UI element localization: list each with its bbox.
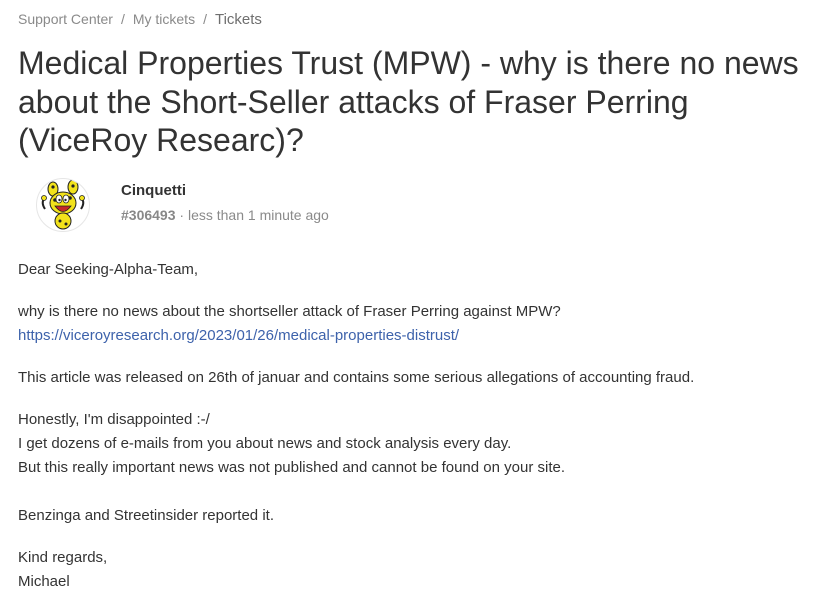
avatar-drawing (41, 179, 85, 230)
breadcrumb: Support Center / My tickets / Tickets (18, 11, 262, 28)
author-name[interactable]: Cinquetti (121, 182, 186, 199)
body-line: Benzinga and Streetinsider reported it. (18, 507, 274, 524)
ticket-timestamp: less than 1 minute ago (187, 207, 329, 223)
breadcrumb-separator: / (120, 11, 125, 27)
body-line: But this really important news was not p… (18, 459, 565, 476)
body-question: why is there no news about the shortsell… (18, 303, 561, 320)
body-line: I get dozens of e-mails from you about n… (18, 435, 512, 452)
body-article-note: This article was released on 26th of jan… (18, 369, 695, 386)
ticket-title: Medical Properties Trust (MPW) - why is … (18, 45, 799, 158)
body-closing: Kind regards, (18, 549, 108, 566)
meta-separator: · (179, 207, 185, 223)
body-greeting: Dear Seeking-Alpha-Team, (18, 261, 199, 278)
breadcrumb-separator: / (203, 11, 207, 27)
body-line: Honestly, I'm disappointed :-/ (18, 411, 210, 428)
article-link[interactable]: https://viceroyresearch.org/2023/01/26/m… (18, 327, 459, 344)
ticket-id: #306493 (121, 207, 176, 223)
body-paragraph: Honestly, I'm disappointed :-/ I get doz… (18, 408, 826, 528)
body-signature: Kind regards, Michael (18, 546, 826, 594)
ticket-body: Dear Seeking-Alpha-Team, why is there no… (18, 258, 826, 612)
breadcrumb-current: Tickets (214, 11, 262, 28)
marsupilami-avatar-icon[interactable] (36, 178, 90, 232)
breadcrumb-support-center[interactable]: Support Center (18, 11, 113, 27)
breadcrumb-my-tickets[interactable]: My tickets (133, 11, 195, 27)
body-paragraph: why is there no news about the shortsell… (18, 300, 826, 348)
body-signature-name: Michael (18, 573, 70, 590)
ticket-meta: #306493 · less than 1 minute ago (121, 207, 329, 223)
